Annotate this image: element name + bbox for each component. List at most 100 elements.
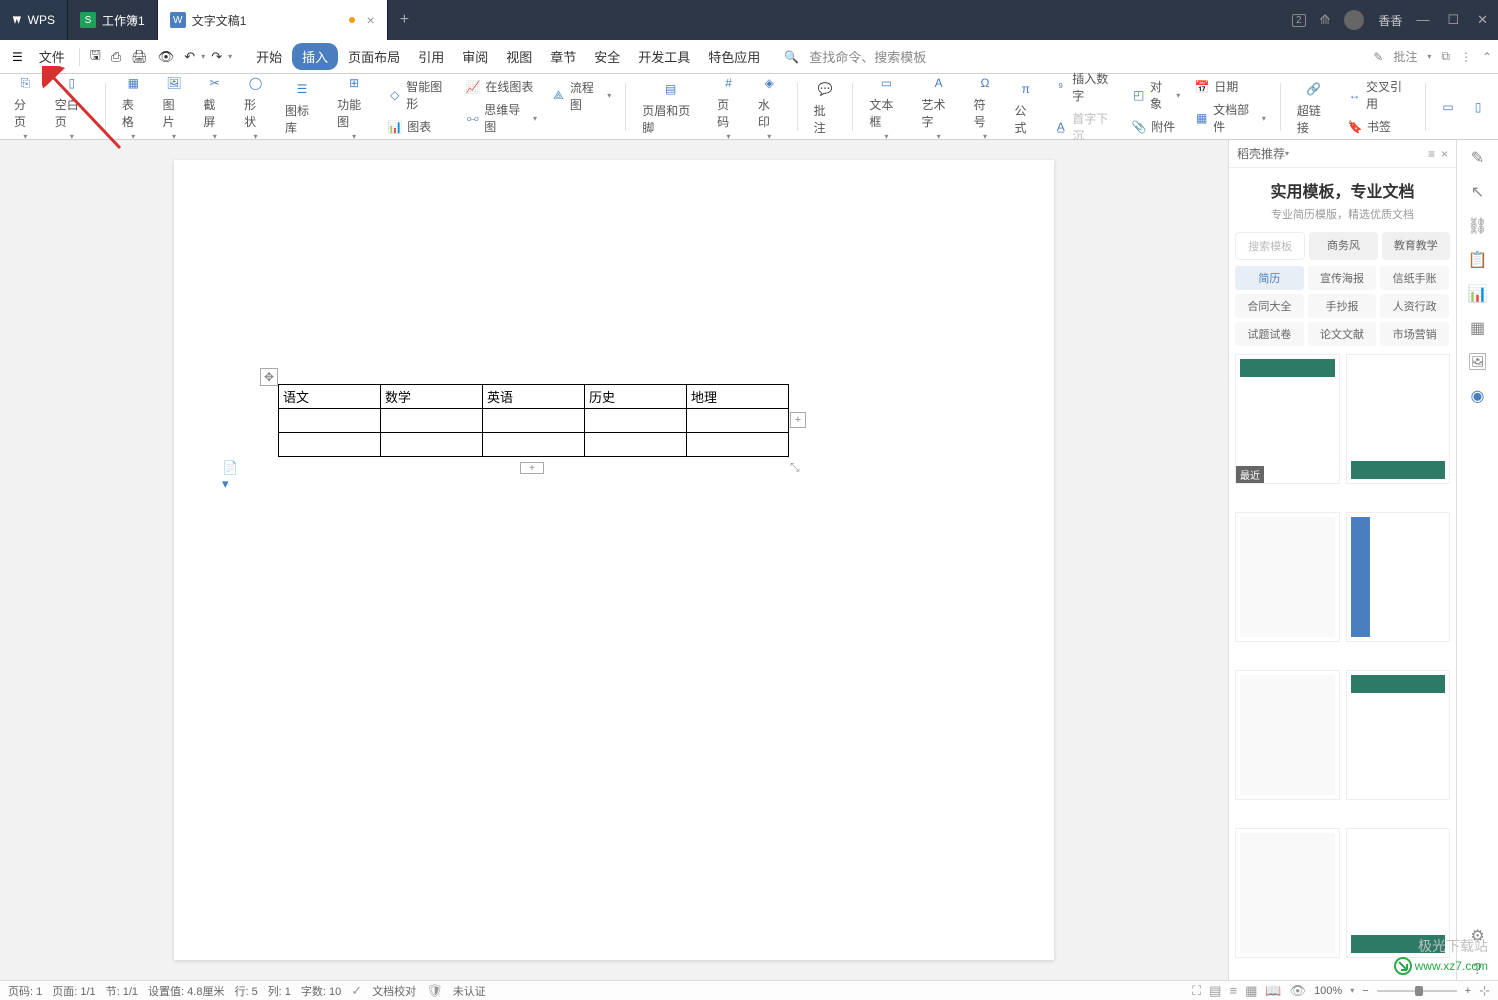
collapse-ribbon-button[interactable]: ⌃ (1482, 50, 1492, 64)
menu-page-layout[interactable]: 页面布局 (340, 41, 408, 72)
menu-special[interactable]: 特色应用 (700, 41, 768, 72)
zoom-in-button[interactable]: + (1465, 985, 1471, 997)
category-exam[interactable]: 试题试卷 (1235, 322, 1304, 346)
share-button[interactable]: ⧉ (1441, 49, 1450, 64)
attachment-button[interactable]: 📎附件 (1127, 116, 1184, 137)
document-table[interactable]: 语文 数学 英语 历史 地理 (278, 384, 789, 457)
qa-preview-button[interactable]: 👁 (154, 45, 179, 69)
hyperlink-button[interactable]: 🔗超链接 (1291, 76, 1337, 138)
category-letter[interactable]: 信纸手账 (1380, 266, 1449, 290)
sb-proof[interactable]: 文档校对 (372, 983, 416, 999)
equation-button[interactable]: π公式 (1008, 76, 1043, 138)
qa-redo-button[interactable]: ↷ (207, 45, 226, 69)
qa-customize-dropdown[interactable]: ▾ (228, 52, 232, 61)
template-thumbnail[interactable] (1235, 828, 1340, 958)
template-search-input[interactable]: 搜索模板 (1235, 232, 1305, 260)
menu-review[interactable]: 审阅 (454, 41, 496, 72)
bookmark-button[interactable]: 🔖书签 (1343, 116, 1415, 137)
user-avatar[interactable] (1344, 10, 1364, 30)
window-split-h-button[interactable]: ▭ (1436, 97, 1460, 117)
template-thumbnail[interactable] (1235, 512, 1340, 642)
category-contract[interactable]: 合同大全 (1235, 294, 1304, 318)
home-tab-wps[interactable]: WPS (0, 0, 68, 40)
image-tool-icon[interactable]: 🖼 (1468, 352, 1488, 372)
view-read-icon[interactable]: 📖 (1265, 983, 1281, 999)
view-outline-icon[interactable]: ≡ (1229, 983, 1237, 998)
link-tool-icon[interactable]: ⛓ (1468, 216, 1488, 236)
table-cell[interactable]: 历史 (585, 385, 687, 409)
menu-insert[interactable]: 插入 (292, 43, 338, 70)
word-art-button[interactable]: A艺术字▾ (916, 70, 962, 143)
table-cell[interactable]: 英语 (483, 385, 585, 409)
table-resize-handle-icon[interactable]: ⤡ (790, 460, 804, 474)
template-thumbnail[interactable]: 最近 (1235, 354, 1340, 484)
sb-uncert[interactable]: 未认证 (453, 983, 486, 999)
edit-tool-icon[interactable]: ✎ (1468, 148, 1488, 168)
select-tool-icon[interactable]: ↖ (1468, 182, 1488, 202)
view-web-icon[interactable]: ▦ (1245, 983, 1257, 999)
menu-references[interactable]: 引用 (410, 41, 452, 72)
add-row-button[interactable]: + (520, 462, 544, 474)
doc-parts-button[interactable]: ▦文档部件▾ (1190, 99, 1270, 137)
add-column-button[interactable]: + (790, 412, 806, 428)
qa-print-preview-button[interactable]: ⎙ (107, 45, 125, 69)
grid-icon[interactable]: 2 (1292, 14, 1306, 27)
screenshot-button[interactable]: ✂截屏▾ (197, 70, 232, 143)
watermark-button[interactable]: ◈水印▾ (752, 70, 787, 143)
zoom-slider[interactable] (1377, 990, 1457, 992)
file-menu[interactable]: 文件 (31, 41, 73, 72)
window-minimize-button[interactable]: — (1416, 12, 1429, 28)
template-thumbnail[interactable] (1346, 670, 1451, 800)
sb-page[interactable]: 页面: 1/1 (52, 983, 95, 999)
form-tool-icon[interactable]: ▦ (1468, 318, 1488, 338)
flowchart-button[interactable]: ⟁流程图▾ (547, 77, 615, 115)
cross-ref-button[interactable]: ↔交叉引用 (1343, 76, 1415, 114)
header-footer-button[interactable]: ▤页眉和页脚 (636, 76, 705, 138)
table-button[interactable]: ▦表格▾ (116, 70, 151, 143)
paragraph-tool-icon[interactable]: 📄▾ (222, 460, 238, 476)
tab-close-button[interactable]: × (367, 12, 375, 28)
menu-start[interactable]: 开始 (248, 41, 290, 72)
qa-print-button[interactable]: 🖨 (127, 45, 152, 69)
new-tab-button[interactable]: + (388, 11, 421, 29)
shapes-button[interactable]: ◯形状▾ (238, 70, 273, 143)
table-cell[interactable]: 地理 (687, 385, 789, 409)
mindmap-button[interactable]: ⧟思维导图▾ (461, 99, 541, 137)
clipboard-tool-icon[interactable]: 📋 (1468, 250, 1488, 270)
template-thumbnail[interactable] (1235, 670, 1340, 800)
tab-workbook[interactable]: S 工作簿1 (68, 0, 158, 40)
qa-save-button[interactable]: 🖫 (86, 42, 105, 72)
zoom-out-button[interactable]: − (1362, 985, 1368, 997)
date-button[interactable]: 📅日期 (1190, 76, 1270, 97)
category-resume[interactable]: 简历 (1235, 266, 1304, 290)
page-break-button[interactable]: ⎘分页▾ (8, 70, 43, 143)
chart-tool-icon[interactable]: 📊 (1468, 284, 1488, 304)
template-thumbnail[interactable] (1346, 354, 1451, 484)
tab-business[interactable]: 商务风 (1309, 232, 1377, 260)
insert-number-button[interactable]: ⁹插入数字 (1049, 68, 1121, 106)
text-box-button[interactable]: ▭文本框▾ (863, 70, 909, 143)
qa-undo-dropdown[interactable]: ▾ (201, 52, 205, 61)
page-number-button[interactable]: #页码▾ (711, 70, 746, 143)
fit-page-icon[interactable]: ⊹ (1479, 983, 1490, 999)
online-chart-button[interactable]: 📈在线图表 (461, 76, 541, 97)
chart-button[interactable]: 📊图表 (383, 116, 455, 137)
template-thumbnail[interactable] (1346, 512, 1451, 642)
search-commands[interactable]: 查找命令、搜索模板 (801, 41, 934, 72)
category-handcopy[interactable]: 手抄报 (1308, 294, 1377, 318)
more-menu-button[interactable]: ⋮ (1460, 50, 1472, 64)
sb-chars[interactable]: 字数: 10 (301, 983, 341, 999)
blank-page-button[interactable]: ▯空白页▾ (49, 70, 95, 143)
table-cell[interactable]: 数学 (381, 385, 483, 409)
functional-button[interactable]: ⊞功能图▾ (331, 70, 377, 143)
sidepanel-settings-icon[interactable]: ≡ (1428, 147, 1435, 161)
template-tool-icon[interactable]: ◉ (1468, 386, 1488, 406)
tab-education[interactable]: 教育教学 (1382, 232, 1450, 260)
window-close-button[interactable]: ✕ (1477, 12, 1488, 28)
icon-library-button[interactable]: ☰图标库 (279, 76, 325, 138)
comment-button[interactable]: 💬批注 (808, 76, 843, 138)
table-cell[interactable]: 语文 (279, 385, 381, 409)
tab-document-active[interactable]: W 文字文稿1 × (158, 0, 388, 40)
category-poster[interactable]: 宣传海报 (1308, 266, 1377, 290)
sb-page-no[interactable]: 页码: 1 (8, 983, 42, 999)
